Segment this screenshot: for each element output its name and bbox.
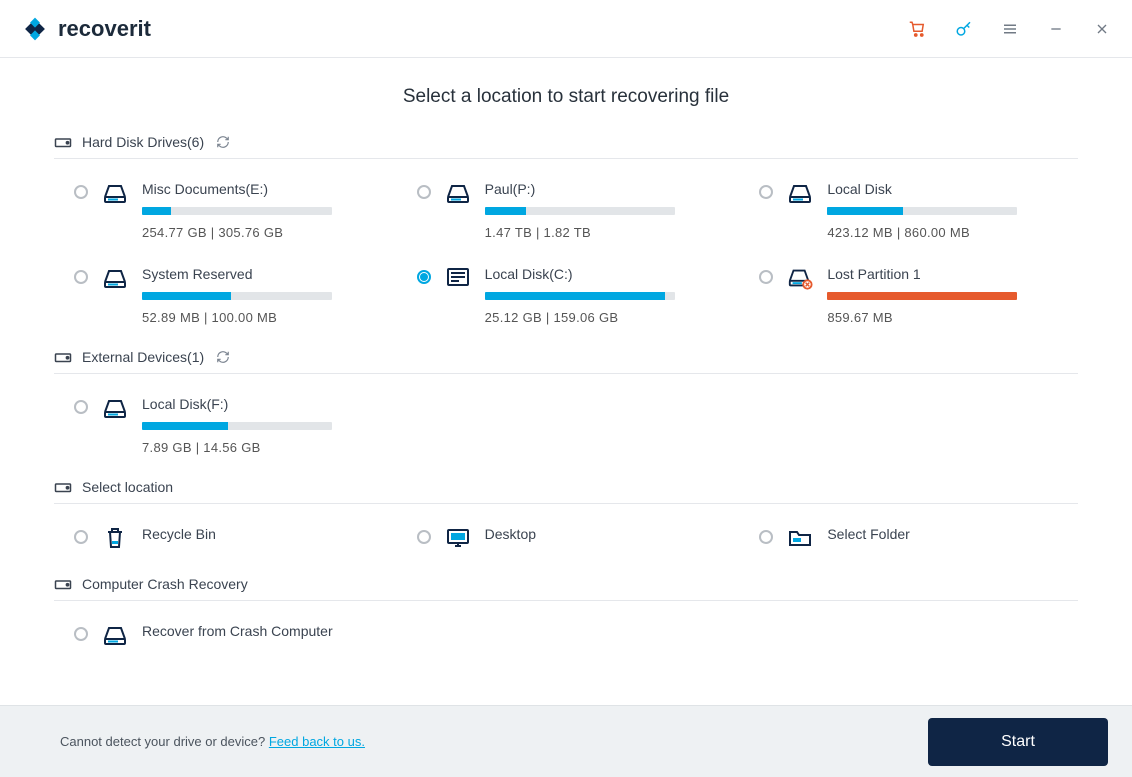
cart-icon[interactable] <box>908 19 928 39</box>
section-external-devices: External Devices(1) <box>54 341 1078 374</box>
refresh-icon[interactable] <box>216 135 230 149</box>
location-label: Select Folder <box>827 526 1078 542</box>
external-grid: Local Disk(F:) 7.89 GB | 14.56 GB <box>54 374 1078 471</box>
close-icon[interactable] <box>1092 19 1112 39</box>
usage-bar <box>485 207 675 215</box>
radio[interactable] <box>417 270 431 284</box>
location-label: Desktop <box>485 526 736 542</box>
usage-bar <box>142 292 332 300</box>
drive-icon <box>445 181 471 205</box>
hdd-grid: Misc Documents(E:) 254.77 GB | 305.76 GB… <box>54 159 1078 341</box>
logo-text: recoverit <box>58 16 151 42</box>
drive-size: 52.89 MB | 100.00 MB <box>142 310 393 325</box>
drive-size: 25.12 GB | 159.06 GB <box>485 310 736 325</box>
radio[interactable] <box>74 270 88 284</box>
drive-item-c[interactable]: Local Disk(C:) 25.12 GB | 159.06 GB <box>417 266 736 325</box>
drive-size: 254.77 GB | 305.76 GB <box>142 225 393 240</box>
drive-label: System Reserved <box>142 266 393 282</box>
drive-section-icon <box>54 134 72 150</box>
recycle-bin-icon <box>102 526 128 550</box>
crash-recover-item[interactable]: Recover from Crash Computer <box>74 623 393 649</box>
drive-icon <box>102 181 128 205</box>
drive-item-f[interactable]: Local Disk(F:) 7.89 GB | 14.56 GB <box>74 396 393 455</box>
radio[interactable] <box>74 185 88 199</box>
radio[interactable] <box>74 530 88 544</box>
drive-size: 423.12 MB | 860.00 MB <box>827 225 1078 240</box>
radio[interactable] <box>759 530 773 544</box>
location-grid: Recycle Bin Desktop Select Folder <box>54 504 1078 568</box>
location-select-folder[interactable]: Select Folder <box>759 526 1078 552</box>
drive-icon <box>102 396 128 420</box>
drive-label: Local Disk <box>827 181 1078 197</box>
usage-bar <box>142 207 332 215</box>
system-drive-icon <box>445 266 471 290</box>
section-label: External Devices(1) <box>82 349 204 365</box>
footer-text: Cannot detect your drive or device? Feed… <box>60 734 365 749</box>
location-desktop[interactable]: Desktop <box>417 526 736 552</box>
menu-icon[interactable] <box>1000 19 1020 39</box>
drive-icon <box>102 623 128 647</box>
drive-item-system-reserved[interactable]: System Reserved 52.89 MB | 100.00 MB <box>74 266 393 325</box>
radio[interactable] <box>417 530 431 544</box>
crash-grid: Recover from Crash Computer <box>54 601 1078 665</box>
window-controls <box>908 19 1112 39</box>
refresh-icon[interactable] <box>216 350 230 364</box>
footer: Cannot detect your drive or device? Feed… <box>0 705 1132 777</box>
drive-label: Misc Documents(E:) <box>142 181 393 197</box>
drive-icon <box>787 181 813 205</box>
feedback-link[interactable]: Feed back to us. <box>269 734 365 749</box>
location-recycle-bin[interactable]: Recycle Bin <box>74 526 393 552</box>
crash-label: Recover from Crash Computer <box>142 623 393 639</box>
drive-item-p[interactable]: Paul(P:) 1.47 TB | 1.82 TB <box>417 181 736 240</box>
drive-icon <box>102 266 128 290</box>
drive-section-icon <box>54 479 72 495</box>
drive-size: 859.67 MB <box>827 310 1078 325</box>
section-crash-recovery: Computer Crash Recovery <box>54 568 1078 601</box>
minimize-icon[interactable] <box>1046 19 1066 39</box>
drive-label: Local Disk(C:) <box>485 266 736 282</box>
usage-bar <box>485 292 675 300</box>
usage-bar <box>142 422 332 430</box>
usage-bar <box>827 292 1017 300</box>
start-button[interactable]: Start <box>928 718 1108 766</box>
section-label: Select location <box>82 479 173 495</box>
radio[interactable] <box>417 185 431 199</box>
drive-item-lost-partition[interactable]: Lost Partition 1 859.67 MB <box>759 266 1078 325</box>
drive-section-icon <box>54 576 72 592</box>
drive-label: Local Disk(F:) <box>142 396 393 412</box>
content-area: Select a location to start recovering fi… <box>0 58 1132 665</box>
lost-drive-icon <box>787 266 813 290</box>
drive-section-icon <box>54 349 72 365</box>
key-icon[interactable] <box>954 19 974 39</box>
radio[interactable] <box>74 627 88 641</box>
drive-size: 7.89 GB | 14.56 GB <box>142 440 393 455</box>
radio[interactable] <box>759 185 773 199</box>
drive-item-local[interactable]: Local Disk 423.12 MB | 860.00 MB <box>759 181 1078 240</box>
drive-size: 1.47 TB | 1.82 TB <box>485 225 736 240</box>
desktop-icon <box>445 526 471 550</box>
page-title: Select a location to start recovering fi… <box>54 86 1078 108</box>
footer-message: Cannot detect your drive or device? <box>60 734 269 749</box>
app-logo: recoverit <box>20 14 151 44</box>
folder-icon <box>787 526 813 550</box>
drive-label: Lost Partition 1 <box>827 266 1078 282</box>
location-label: Recycle Bin <box>142 526 393 542</box>
radio[interactable] <box>74 400 88 414</box>
radio[interactable] <box>759 270 773 284</box>
drive-item-e[interactable]: Misc Documents(E:) 254.77 GB | 305.76 GB <box>74 181 393 240</box>
usage-bar <box>827 207 1017 215</box>
section-select-location: Select location <box>54 471 1078 504</box>
titlebar: recoverit <box>0 0 1132 58</box>
drive-label: Paul(P:) <box>485 181 736 197</box>
section-label: Hard Disk Drives(6) <box>82 134 204 150</box>
section-hard-disk-drives: Hard Disk Drives(6) <box>54 126 1078 159</box>
logo-icon <box>20 14 50 44</box>
section-label: Computer Crash Recovery <box>82 576 248 592</box>
